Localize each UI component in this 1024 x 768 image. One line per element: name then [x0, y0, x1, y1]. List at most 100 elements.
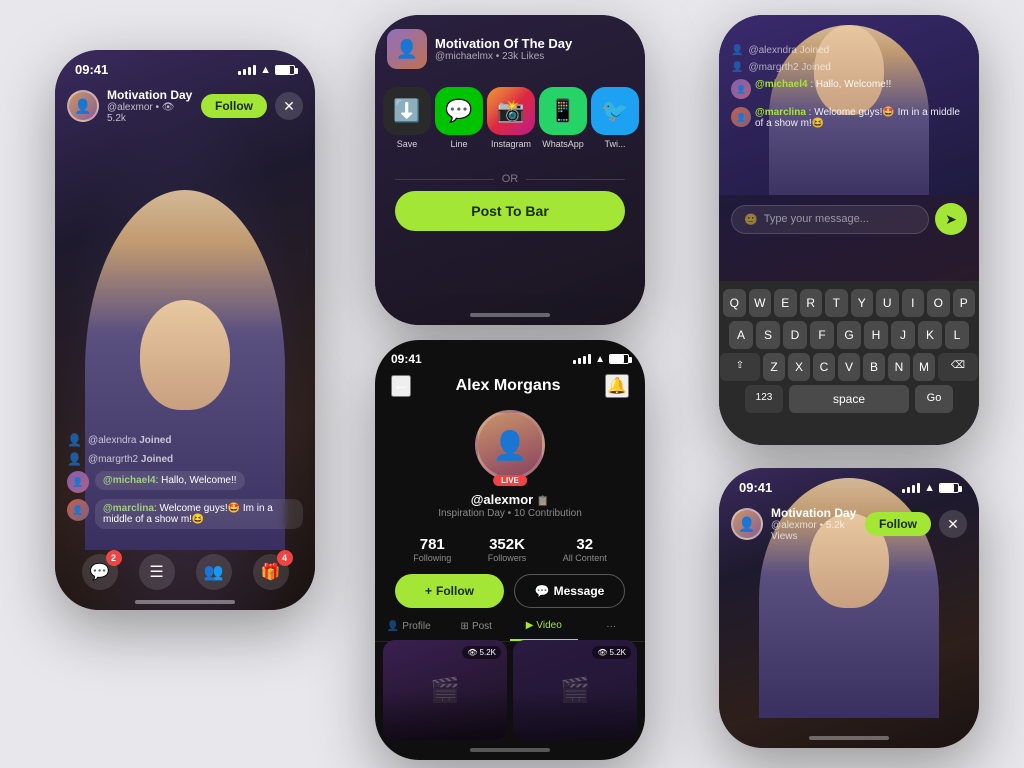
stream-meta: @alexmor • 👁 5.2k: [107, 102, 193, 124]
instagram-icon: 📸: [487, 87, 535, 135]
key-go[interactable]: Go: [915, 385, 953, 413]
back-button[interactable]: ←: [391, 375, 411, 397]
key-x[interactable]: X: [788, 353, 810, 381]
share-app-instagram[interactable]: 📸 Instagram: [487, 87, 535, 149]
phone-share-sheet: 👤 Motivation Of The Day @michaelmx • 23k…: [375, 15, 645, 325]
chat-icon-button[interactable]: 💬 2: [82, 554, 118, 590]
follow-button[interactable]: Follow: [201, 94, 267, 118]
keyboard-row-3: ⇧ Z X C V B N M ⌫: [723, 353, 975, 381]
twitter-icon: 🐦: [591, 87, 639, 135]
tab-post[interactable]: ⊞ Post: [443, 612, 511, 641]
join-icon-2: 👤: [67, 452, 82, 466]
time-5: 09:41: [739, 480, 772, 495]
key-u[interactable]: U: [876, 289, 899, 317]
chat-comments-area: 👤 @alexndra Joined 👤 @margrth2 Joined 👤 …: [731, 45, 967, 137]
avatar-5: 👤: [731, 508, 763, 540]
share-app-whatsapp[interactable]: 📱 WhatsApp: [539, 87, 587, 149]
follow-button[interactable]: + Follow: [395, 574, 504, 608]
save-label: Save: [397, 139, 418, 149]
key-h[interactable]: H: [864, 321, 888, 349]
live-info-5: Motivation Day @alexmor • 5.2k Views: [771, 506, 857, 542]
video-thumb-2[interactable]: 🎬 👁 5.2K: [513, 640, 637, 740]
share-title: Motivation Of The Day: [435, 36, 572, 51]
share-app-twitter[interactable]: 🐦 Twi...: [591, 87, 639, 149]
join-icon-2: 👤: [731, 62, 743, 73]
home-indicator: [470, 748, 550, 752]
tab-video[interactable]: ▶ Video: [510, 612, 578, 641]
key-m[interactable]: M: [913, 353, 935, 381]
share-app-save[interactable]: ⬇️ Save: [383, 87, 431, 149]
gift-icon-button[interactable]: 🎁 4: [253, 554, 289, 590]
stream-title-5: Motivation Day: [771, 506, 857, 520]
key-v[interactable]: V: [838, 353, 860, 381]
key-p[interactable]: P: [953, 289, 976, 317]
content-label: All Content: [563, 553, 607, 563]
key-shift[interactable]: ⇧: [720, 353, 760, 381]
key-l[interactable]: L: [945, 321, 969, 349]
key-n[interactable]: N: [888, 353, 910, 381]
chat-area: 👤 @alexndra Joined 👤 @margrth2 Joined 👤 …: [67, 433, 303, 535]
emoji-icon: 🙂: [744, 213, 758, 226]
key-f[interactable]: F: [810, 321, 834, 349]
key-k[interactable]: K: [918, 321, 942, 349]
join-text-1: @alexndra Joined: [748, 45, 829, 56]
key-g[interactable]: G: [837, 321, 861, 349]
key-delete[interactable]: ⌫: [938, 353, 978, 381]
key-r[interactable]: R: [800, 289, 823, 317]
key-c[interactable]: C: [813, 353, 835, 381]
message-button[interactable]: 💬 Message: [514, 574, 625, 608]
profile-status-bar: 09:41 ▲: [391, 352, 629, 366]
comment-avatar-2: 👤: [731, 107, 751, 127]
profile-name: Alex Morgans: [456, 377, 561, 395]
key-o[interactable]: O: [927, 289, 950, 317]
divider-line-left: [395, 179, 494, 180]
more-tab-icon: ···: [606, 621, 616, 632]
msg-username-2: @marclina: [103, 503, 154, 514]
close-button[interactable]: ✕: [275, 92, 303, 120]
tab-profile[interactable]: 👤 Profile: [375, 612, 443, 641]
following-count: 781: [413, 536, 451, 553]
key-q[interactable]: Q: [723, 289, 746, 317]
signal-icon: [573, 354, 591, 364]
key-w[interactable]: W: [749, 289, 772, 317]
profile-tab-label: Profile: [402, 621, 430, 632]
close-button-5[interactable]: ✕: [939, 510, 967, 538]
tab-more[interactable]: ···: [578, 612, 646, 641]
menu-icon-button[interactable]: ☰: [139, 554, 175, 590]
follow-button-5[interactable]: Follow: [865, 512, 931, 536]
instagram-label: Instagram: [491, 139, 531, 149]
post-to-bar-button[interactable]: Post To Bar: [395, 191, 625, 231]
status-icons: ▲: [573, 354, 629, 365]
notification-button[interactable]: 🔔: [605, 374, 629, 398]
key-a[interactable]: A: [729, 321, 753, 349]
stream-meta-5: @alexmor • 5.2k Views: [771, 520, 857, 542]
stream-title: Motivation Day: [107, 88, 193, 102]
message-input[interactable]: 🙂 Type your message...: [731, 205, 929, 234]
key-b[interactable]: B: [863, 353, 885, 381]
video-views-1: 👁 5.2K: [462, 646, 501, 659]
key-i[interactable]: I: [902, 289, 925, 317]
join-text-2: @margrth2 Joined: [748, 62, 830, 73]
status-icons-5: ▲: [902, 482, 959, 494]
key-space[interactable]: space: [789, 385, 909, 413]
bottom-navigation: 💬 2 ☰ 👥 🎁 4: [55, 554, 315, 590]
key-j[interactable]: J: [891, 321, 915, 349]
join-user-2: @margrth2 Joined: [88, 454, 173, 465]
users-icon-button[interactable]: 👥: [196, 554, 232, 590]
key-s[interactable]: S: [756, 321, 780, 349]
share-app-line[interactable]: 💬 Line: [435, 87, 483, 149]
battery-icon-5: [939, 483, 959, 493]
key-123[interactable]: 123: [745, 385, 783, 413]
key-y[interactable]: Y: [851, 289, 874, 317]
key-e[interactable]: E: [774, 289, 797, 317]
key-t[interactable]: T: [825, 289, 848, 317]
live-header-5: 👤 Motivation Day @alexmor • 5.2k Views F…: [731, 506, 967, 542]
key-z[interactable]: Z: [763, 353, 785, 381]
send-button[interactable]: ➤: [935, 203, 967, 235]
key-d[interactable]: D: [783, 321, 807, 349]
join-message-2: 👤 @margrth2 Joined: [67, 452, 303, 466]
join-row-2: 👤 @margrth2 Joined: [731, 62, 967, 73]
stat-content: 32 All Content: [563, 536, 607, 563]
video-thumb-1[interactable]: 🎬 👁 5.2K: [383, 640, 507, 740]
share-divider: OR: [395, 173, 625, 185]
